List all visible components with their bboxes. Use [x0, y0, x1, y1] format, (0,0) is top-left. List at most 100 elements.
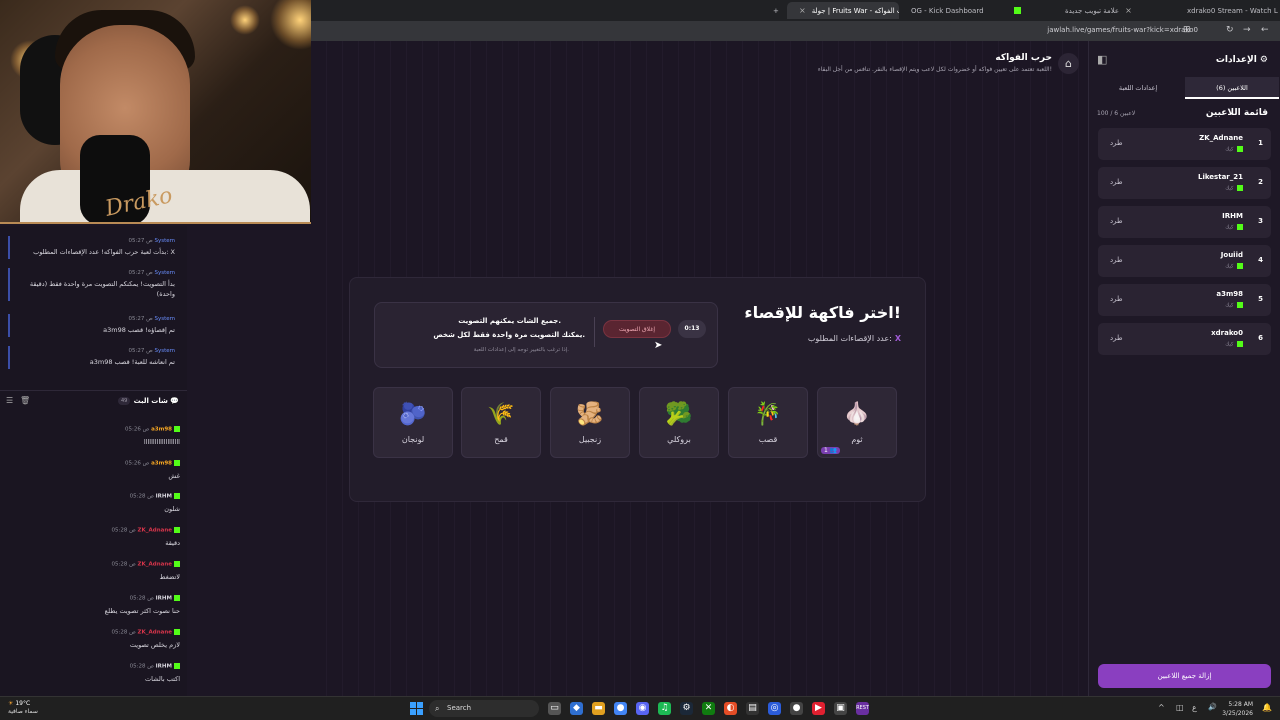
fruit-icon: 🌾 — [487, 402, 515, 427]
player-row: 6 xdrako0 كيك طرد — [1098, 323, 1271, 355]
tab-xdrako-stream[interactable]: xdrako0 Stream - Watch Li — [1173, 2, 1278, 19]
tray-icon[interactable]: ◫ — [1176, 703, 1184, 712]
reload-icon[interactable]: ↻ — [1226, 25, 1234, 35]
kick-player-button[interactable]: طرد — [1110, 295, 1123, 303]
game-header: حرب الفواكه اللعبة تعتمد على تعيين فواكه… — [700, 48, 1085, 88]
kick-badge-icon — [174, 426, 180, 432]
kick-player-button[interactable]: طرد — [1110, 178, 1123, 186]
fruit-label: قمح — [494, 435, 508, 444]
webcam-overlay: Drako — [0, 0, 311, 224]
app-icon[interactable]: ◎ — [768, 702, 781, 715]
left-column: 05:27 ص System بدأت لعبة حرب الفواكه! عد… — [0, 226, 187, 696]
collapse-panel-icon[interactable]: ◧ — [1097, 53, 1107, 66]
language-icon[interactable]: ﻉ — [1192, 703, 1197, 712]
home-button[interactable]: ⌂ — [1058, 53, 1079, 74]
windows-start-icon[interactable] — [410, 702, 423, 715]
player-row: 4 Jouiid كيك طرد — [1098, 245, 1271, 277]
fruit-card[interactable]: 🥦 بروكلي — [639, 387, 719, 458]
elimination-card: اختر فاكهة للإقصاء! عدد الإقصاءات المطلو… — [349, 277, 926, 502]
url-text[interactable]: jawlah.live/games/fruits-war?kick=xdrako… — [1047, 26, 1198, 34]
kick-badge-icon — [174, 595, 180, 601]
file-explorer-icon[interactable]: ▬ — [592, 702, 605, 715]
fruit-card[interactable]: 🌾 قمح — [461, 387, 541, 458]
clock[interactable]: 5:28 AM 3/25/2026 — [1205, 700, 1253, 718]
kick-player-button[interactable]: طرد — [1110, 139, 1123, 147]
player-name: xdrako0 — [1211, 329, 1243, 337]
fruit-icon: 🥦 — [665, 402, 693, 427]
player-source: كيك — [1225, 224, 1243, 231]
app-icon[interactable]: ▤ — [746, 702, 759, 715]
player-rank: 4 — [1258, 256, 1263, 264]
fruit-card[interactable]: 🫚 زنجبيل — [550, 387, 630, 458]
search-input[interactable]: ⌕ Search — [429, 700, 539, 717]
player-rank: 6 — [1258, 334, 1263, 342]
system-log: 05:27 ص System بدأت لعبة حرب الفواكه! عد… — [0, 226, 187, 386]
address-bar[interactable]: ⊞ ↻ → ← jawlah.live/games/fruits-war?kic… — [311, 21, 1280, 41]
tab-fruits-war[interactable]: ×جولة | Fruits War - حرب الفواكه — [787, 2, 899, 19]
vote-panel: جميع الشات يمكنهم التصويت. يمكنك التصويت… — [374, 302, 718, 368]
kick-player-button[interactable]: طرد — [1110, 217, 1123, 225]
tab-players[interactable]: اللاعبين (6) — [1185, 77, 1279, 99]
search-icon: ⌕ — [435, 704, 440, 713]
youtube-icon[interactable]: ▶ — [812, 702, 825, 715]
player-row: 1 ZK_Adnane كيك طرد — [1098, 128, 1271, 160]
close-vote-button[interactable]: إغلاق التصويت — [603, 320, 671, 338]
fruit-label: بروكلي — [667, 435, 691, 444]
player-rank: 5 — [1258, 295, 1263, 303]
chat-message: 05:28 ص ZK_Adnane لازم يخلص تصويت — [111, 629, 180, 649]
fruit-card[interactable]: 🫐 لونجان — [373, 387, 453, 458]
app-icon[interactable]: REST — [856, 702, 869, 715]
sun-icon: ☀ — [8, 700, 14, 707]
kick-icon — [1237, 302, 1243, 308]
tab-game-settings[interactable]: إعدادات اللعبة — [1091, 77, 1185, 99]
player-name: Likestar_21 — [1197, 173, 1243, 181]
tab-kick-dashboard[interactable]: OG - Kick Dashboard — [905, 2, 1045, 19]
trash-icon[interactable]: 🗑 — [20, 396, 30, 405]
kick-player-button[interactable]: طرد — [1110, 256, 1123, 264]
player-name: ZK_Adnane — [1199, 134, 1243, 142]
kick-player-button[interactable]: طرد — [1110, 334, 1123, 342]
task-view-icon[interactable]: ▭ — [548, 702, 561, 715]
fruit-card[interactable]: 🎋 قصب — [728, 387, 808, 458]
chevron-up-icon[interactable]: ^ — [1158, 703, 1165, 712]
fruit-label: لونجان — [401, 435, 425, 444]
spotify-icon[interactable]: ♫ — [658, 702, 671, 715]
kick-badge-icon — [174, 460, 180, 466]
app-icon[interactable]: ▣ — [834, 702, 847, 715]
fruit-card[interactable]: 🧄 ثوم 1 👥 — [817, 387, 897, 458]
kick-icon — [1237, 341, 1243, 347]
fruit-label: ثوم — [851, 435, 863, 444]
weather-widget[interactable]: ☀ 19°C سماء صافية — [8, 700, 38, 716]
steam-icon[interactable]: ⚙ — [680, 702, 693, 715]
player-source: كيك — [1225, 263, 1243, 270]
discord-icon[interactable]: ◉ — [636, 702, 649, 715]
filter-icon[interactable]: ☰ — [6, 396, 13, 405]
taskbar: ☀ 19°C سماء صافية ⌕ Search ▭ ◆ ▬ ● ◉ ♫ ⚙ ✕… — [0, 696, 1280, 720]
kick-icon — [1013, 7, 1021, 14]
kick-badge-icon — [174, 663, 180, 669]
system-message: 05:27 ص System بدأ التصويت! يمكنكم التصو… — [8, 268, 180, 301]
tab-new-tab[interactable]: علامة تبويب جديدة × — [1059, 2, 1169, 19]
game-title: حرب الفواكه — [995, 53, 1052, 63]
chrome-icon[interactable]: ● — [790, 702, 803, 715]
notification-icon[interactable]: 🔔 — [1262, 703, 1272, 712]
player-rank: 2 — [1258, 178, 1263, 186]
browser-tabbar: xdrako0 Stream - Watch Li علامة تبويب جد… — [311, 0, 1280, 21]
copilot-icon[interactable]: ◆ — [570, 702, 583, 715]
player-rank: 3 — [1258, 217, 1263, 225]
home-icon: ⌂ — [1065, 57, 1072, 70]
elimination-count: عدد الإقصاءات المطلوب: X — [807, 334, 901, 343]
new-tab-button[interactable]: + — [767, 2, 783, 19]
close-icon[interactable]: × — [1125, 6, 1132, 15]
close-icon[interactable]: × — [799, 6, 806, 15]
card-heading: اختر فاكهة للإقصاء! — [744, 303, 901, 322]
fruit-label: قصب — [758, 435, 778, 444]
player-source: كيك — [1225, 146, 1243, 153]
system-message: 05:27 ص System بدأت لعبة حرب الفواكه! عد… — [8, 236, 180, 259]
remove-all-players-button[interactable]: إزالة جميع اللاعبين — [1098, 664, 1271, 688]
app-icon[interactable]: ◐ — [724, 702, 737, 715]
back-icon[interactable]: → — [1243, 25, 1251, 35]
forward-icon[interactable]: ← — [1261, 25, 1269, 35]
chrome-icon[interactable]: ● — [614, 702, 627, 715]
xbox-icon[interactable]: ✕ — [702, 702, 715, 715]
